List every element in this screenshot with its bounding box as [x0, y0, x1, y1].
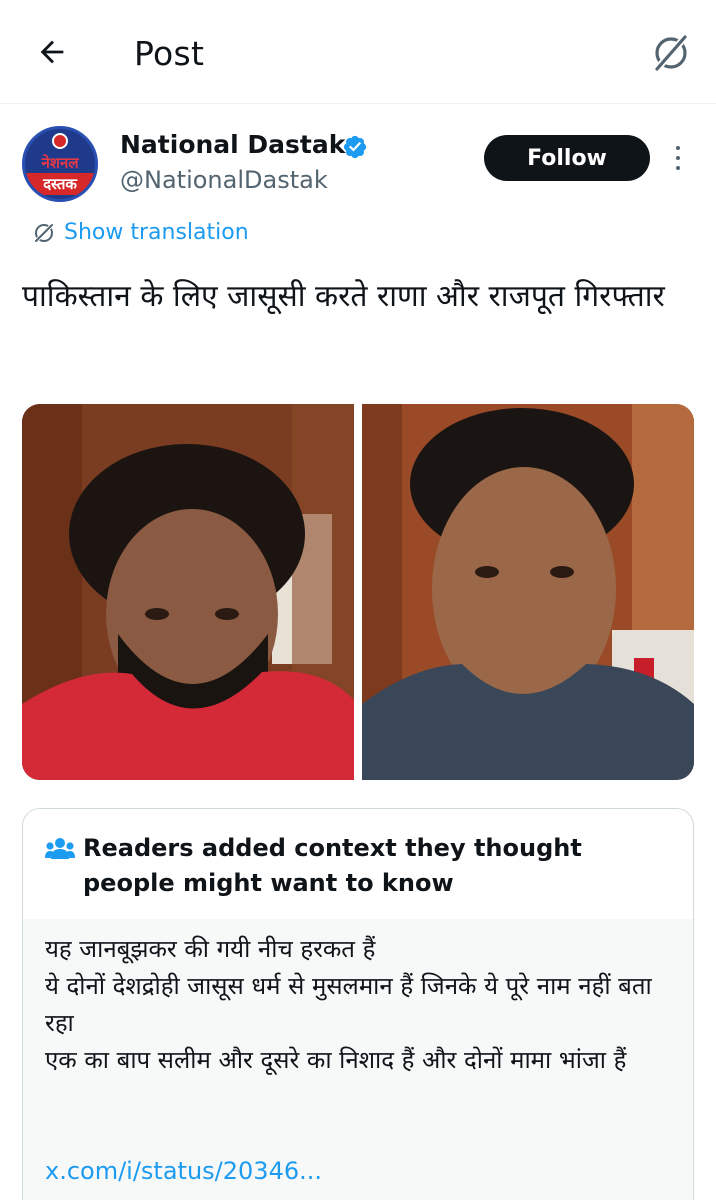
page-title: Post [134, 34, 205, 73]
logo-mark-icon [52, 133, 68, 149]
grok-button[interactable] [648, 30, 694, 76]
back-button[interactable] [32, 32, 72, 72]
people-icon [45, 838, 75, 859]
community-note-source-link[interactable]: x.com/i/status/20346... [45, 1157, 322, 1185]
more-dot-icon [676, 146, 680, 150]
post-photo-right[interactable] [362, 404, 694, 780]
photo-man-red-shirt [22, 404, 354, 780]
more-dot-icon [676, 166, 680, 170]
arrow-left-icon [40, 40, 64, 64]
more-options-button[interactable] [668, 142, 688, 174]
community-note-body: यह जानबूझकर की गयी नीच हरकत हैं ये दोनों… [23, 919, 693, 1200]
follow-button[interactable]: Follow [484, 135, 650, 181]
post-text: पाकिस्तान के लिए जासूसी करते राणा और राज… [22, 279, 665, 314]
avatar-text-line2: दस्तक [25, 173, 95, 195]
community-note: Readers added context they thought peopl… [22, 808, 694, 1200]
top-bar: Post [0, 0, 716, 104]
avatar-text-line1: नेशनल [41, 154, 79, 172]
show-translation-label: Show translation [64, 220, 249, 245]
more-dot-icon [676, 156, 680, 160]
community-note-title: Readers added context they thought peopl… [83, 834, 582, 897]
author-handle[interactable]: @NationalDastak [120, 166, 328, 194]
post-photo-left[interactable] [22, 404, 354, 780]
community-note-text: यह जानबूझकर की गयी नीच हरकत हैं ये दोनों… [45, 935, 652, 1074]
avatar[interactable]: नेशनल दस्तक [22, 126, 98, 202]
photo-man-blue-shirt [362, 404, 694, 780]
verified-badge-icon [343, 135, 367, 159]
author-name[interactable]: National Dastak [120, 130, 345, 159]
grok-icon [653, 33, 689, 73]
grok-translate-icon [33, 222, 55, 243]
community-note-header: Readers added context they thought peopl… [23, 809, 693, 919]
show-translation-link[interactable]: Show translation [32, 220, 249, 245]
